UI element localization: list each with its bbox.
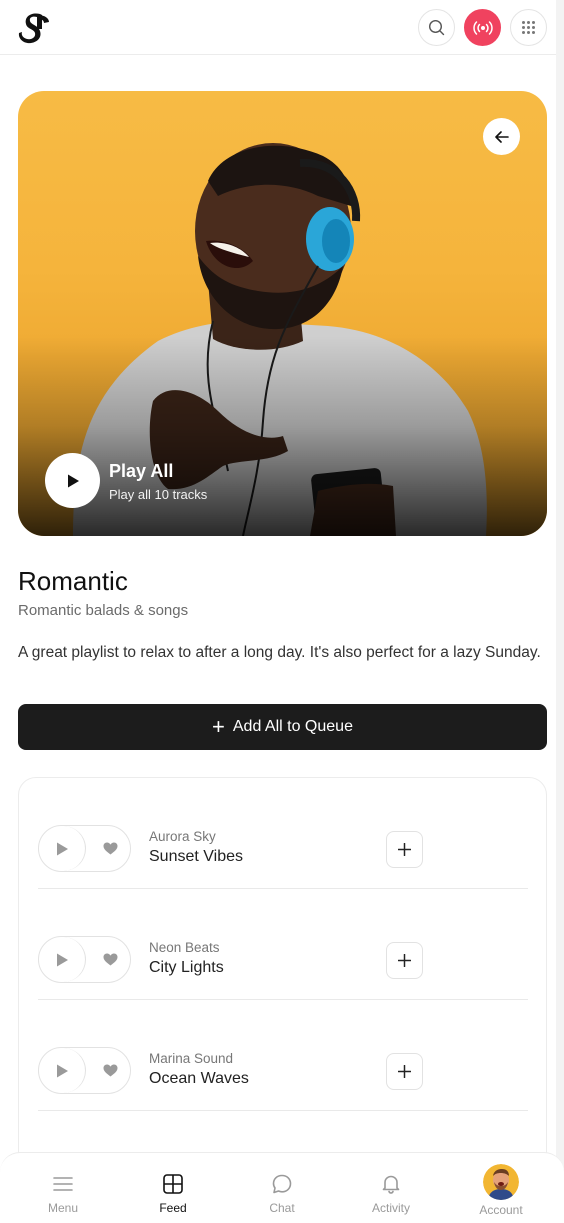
- nav-chat[interactable]: Chat: [232, 1153, 332, 1223]
- play-all-button[interactable]: [45, 453, 100, 508]
- track-controls: [38, 1047, 131, 1094]
- arrow-left-icon: [494, 130, 509, 143]
- track-play-button[interactable]: [39, 1048, 86, 1093]
- heart-icon: [103, 953, 117, 966]
- track-like-button[interactable]: [91, 937, 129, 982]
- track-controls: [38, 825, 131, 872]
- grid-square-icon: [161, 1172, 185, 1196]
- apps-button[interactable]: [510, 9, 547, 46]
- menu-icon: [51, 1172, 75, 1196]
- playlist-title: Romantic: [18, 566, 128, 596]
- heart-icon: [103, 1064, 117, 1077]
- live-broadcast-button[interactable]: [464, 9, 501, 46]
- nav-label: Menu: [47, 1201, 79, 1215]
- divider: [38, 1110, 528, 1111]
- scrollbar[interactable]: [556, 0, 564, 1223]
- play-all-title[interactable]: Play All: [109, 461, 173, 482]
- top-header: [0, 0, 556, 55]
- track-artist: Marina Sound: [149, 1051, 234, 1066]
- play-icon: [67, 474, 79, 487]
- play-icon: [57, 1064, 68, 1077]
- broadcast-icon: [472, 20, 493, 35]
- search-icon: [428, 19, 445, 36]
- track-controls: [38, 936, 131, 983]
- plus-icon: +: [212, 714, 225, 739]
- playlist-subtitle: Romantic balads & songs: [18, 602, 189, 619]
- track-title[interactable]: Sunset Vibes: [149, 848, 243, 866]
- track-play-button[interactable]: [39, 826, 86, 871]
- nav-account[interactable]: Account: [451, 1153, 551, 1223]
- track-like-button[interactable]: [91, 1048, 129, 1093]
- hero-gradient-overlay: [18, 336, 547, 536]
- nav-label: Feed: [159, 1201, 187, 1215]
- play-icon: [57, 842, 68, 855]
- plus-icon: [398, 954, 411, 967]
- add-to-queue-button[interactable]: [386, 831, 423, 868]
- grid-dots-icon: [522, 21, 535, 34]
- add-to-queue-button[interactable]: [386, 1053, 423, 1090]
- music-logo-icon[interactable]: [18, 11, 50, 44]
- bottom-navigation: Menu Feed Chat Activity Account: [0, 1152, 564, 1223]
- track-artist: Aurora Sky: [149, 829, 216, 844]
- plus-icon: [398, 1065, 411, 1078]
- add-all-to-queue-button[interactable]: + Add All to Queue: [18, 704, 547, 750]
- bell-icon: [379, 1172, 403, 1196]
- nav-activity[interactable]: Activity: [341, 1153, 441, 1223]
- play-icon: [57, 953, 68, 966]
- add-to-queue-button[interactable]: [386, 942, 423, 979]
- play-all-subtitle: Play all 10 tracks: [109, 487, 208, 502]
- nav-label: Account: [479, 1203, 523, 1217]
- playlist-description: A great playlist to relax to after a lon…: [18, 644, 541, 661]
- avatar: [483, 1164, 519, 1200]
- track-row: Marina Sound Ocean Waves: [38, 1000, 528, 1111]
- nav-label: Activity: [371, 1201, 410, 1215]
- chat-bubble-icon: [270, 1172, 294, 1196]
- nav-feed[interactable]: Feed: [123, 1153, 223, 1223]
- track-row: Neon Beats City Lights: [38, 889, 528, 1000]
- nav-menu[interactable]: Menu: [13, 1153, 113, 1223]
- nav-label: Chat: [269, 1201, 295, 1215]
- queue-button-label: Add All to Queue: [232, 718, 353, 735]
- track-play-button[interactable]: [39, 937, 86, 982]
- playlist-hero: Play All Play all 10 tracks: [18, 91, 547, 536]
- back-button[interactable]: [483, 118, 520, 155]
- track-title[interactable]: Ocean Waves: [149, 1070, 249, 1088]
- track-title[interactable]: City Lights: [149, 959, 224, 977]
- track-artist: Neon Beats: [149, 940, 220, 955]
- heart-icon: [103, 842, 117, 855]
- search-button[interactable]: [418, 9, 455, 46]
- track-row: Aurora Sky Sunset Vibes: [38, 778, 528, 889]
- track-like-button[interactable]: [91, 826, 129, 871]
- plus-icon: [398, 843, 411, 856]
